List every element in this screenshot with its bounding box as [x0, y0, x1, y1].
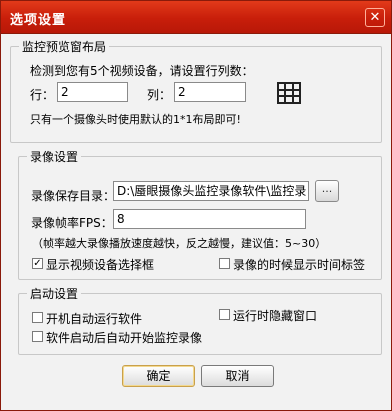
options-dialog: 选项设置 ✕ 监控预览窗布局 检测到您有5个视频设备，请设置行列数： 行： 2 …	[0, 0, 392, 411]
fps-label: 录像帧率FPS：	[31, 216, 113, 230]
recording-group-title: 录像设置	[27, 148, 82, 165]
device-detect-text: 检测到您有5个视频设备，请设置行列数：	[30, 64, 254, 78]
title-bar[interactable]: 选项设置 ✕	[1, 1, 391, 34]
show-selector-label[interactable]: 显示视频设备选择框	[46, 256, 154, 273]
rows-input[interactable]: 2	[57, 82, 128, 102]
show-timestamp-checkbox[interactable]	[219, 258, 230, 269]
fps-input[interactable]: 8	[113, 209, 306, 229]
cols-input[interactable]: 2	[174, 82, 246, 102]
hide-window-label[interactable]: 运行时隐藏窗口	[233, 307, 317, 324]
auto-record-label[interactable]: 软件启动后自动开始监控录像	[46, 329, 202, 346]
auto-run-checkbox[interactable]	[32, 312, 43, 323]
rows-label: 行：	[30, 88, 55, 102]
show-selector-checkbox[interactable]: ✓	[32, 258, 43, 269]
layout-note: 只有一个摄像头时使用默认的1*1布局即可!	[30, 113, 241, 126]
cancel-button[interactable]: 取消	[201, 365, 274, 387]
cols-label: 列：	[147, 88, 172, 102]
grid-layout-icon	[277, 82, 301, 104]
save-dir-label: 录像保存目录：	[31, 189, 116, 203]
dialog-title: 选项设置	[10, 13, 67, 28]
browse-folder-button[interactable]: ...	[315, 180, 339, 202]
hide-window-checkbox[interactable]	[219, 309, 230, 320]
preview-layout-group-title: 监控预览窗布局	[19, 38, 110, 55]
ok-button[interactable]: 确定	[122, 365, 195, 387]
close-icon[interactable]: ✕	[365, 8, 385, 27]
save-dir-input[interactable]: D:\蜃眼摄像头监控录像软件\监控录	[113, 181, 309, 201]
show-timestamp-label[interactable]: 录像的时候显示时间标签	[233, 256, 365, 273]
auto-record-checkbox[interactable]	[32, 331, 43, 342]
auto-run-label[interactable]: 开机自动运行软件	[46, 310, 142, 327]
fps-note: （帧率越大录像播放速度越快，反之越慢，建议值：5~30）	[32, 237, 327, 250]
startup-group-title: 启动设置	[27, 285, 82, 302]
